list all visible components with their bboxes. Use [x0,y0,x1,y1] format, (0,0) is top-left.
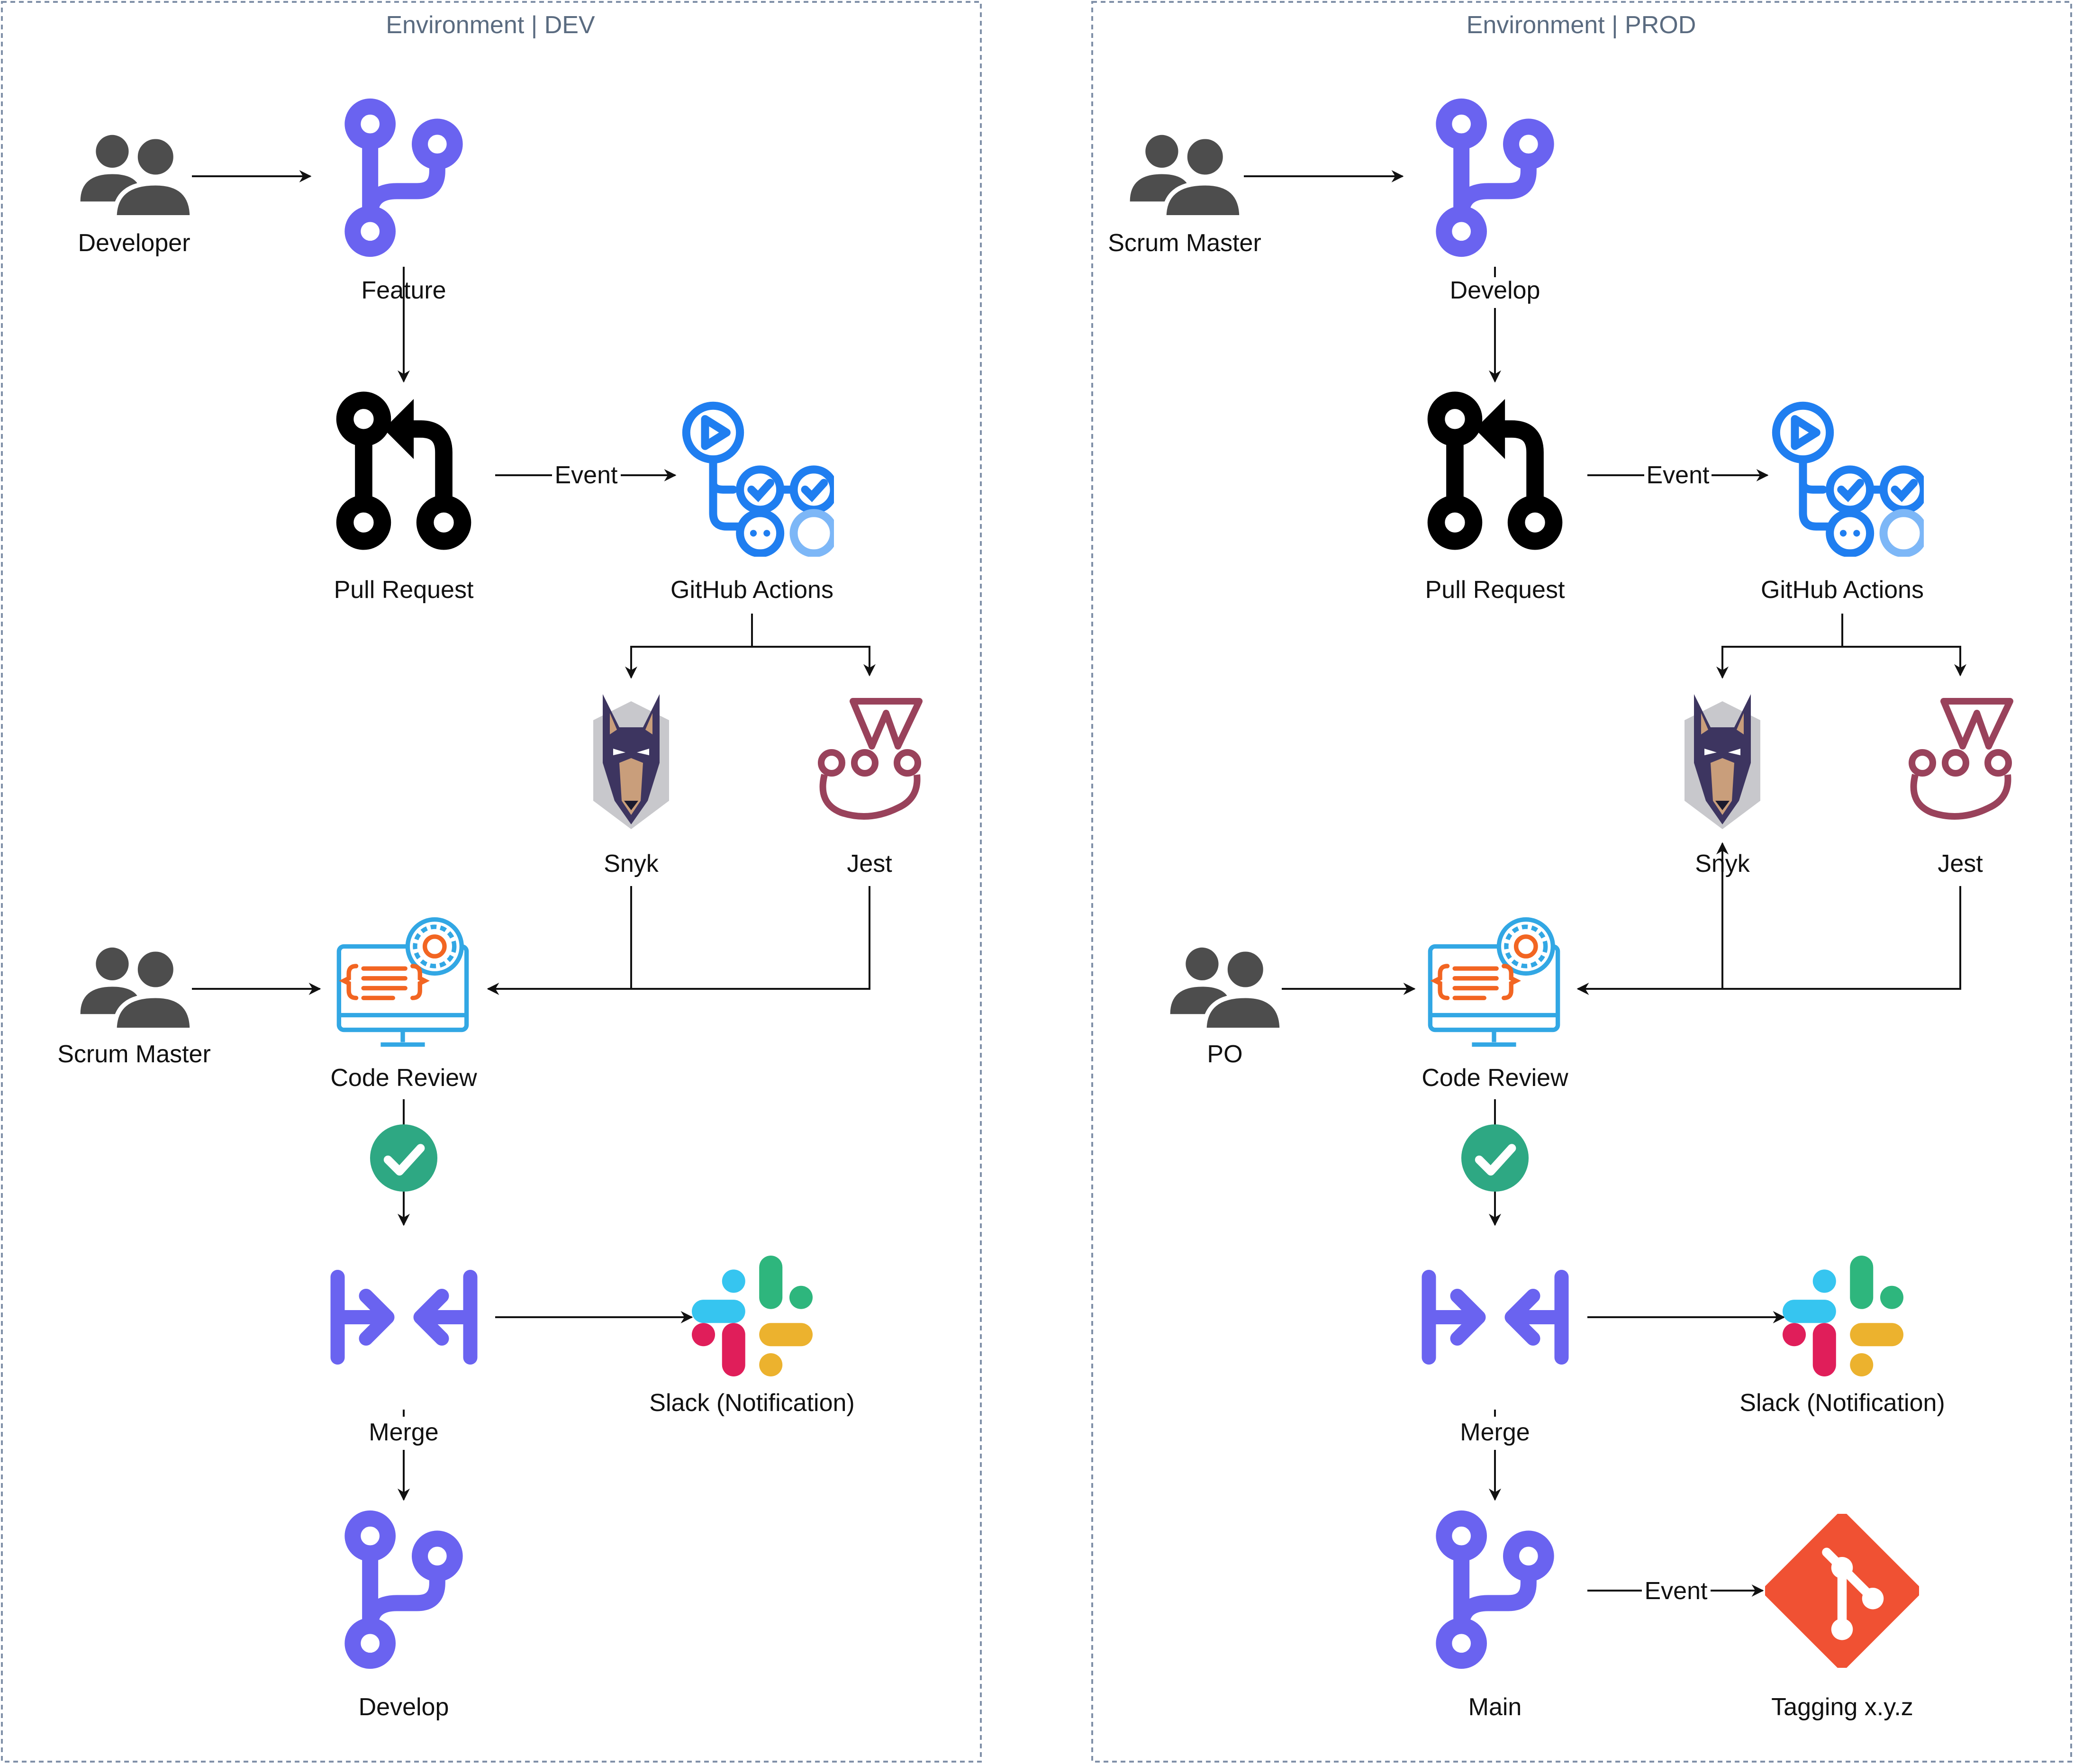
prod-github-actions-label: GitHub Actions [1761,576,1924,604]
github-actions-label: GitHub Actions [670,576,833,604]
edge-actions-snyk [625,614,753,679]
event-label: Event [555,461,618,489]
prod-snyk-label: Snyk [1695,850,1750,877]
pull-request-icon[interactable] [345,399,462,541]
prod-approved-check-icon [1461,1124,1529,1192]
developer-label: Developer [78,229,190,257]
prod-develop-branch-icon[interactable] [1444,107,1546,249]
pipeline-diagram: Environment | DEV Developer Feature Pull… [1,1,2072,1763]
environment-prod-title: Environment | PROD [1467,11,1696,39]
merge-icon[interactable] [338,1277,471,1357]
develop-branch-icon[interactable] [353,1519,454,1661]
github-actions-icon[interactable] [686,406,834,553]
snyk-icon[interactable] [593,694,669,829]
prod-edges [1244,170,1966,1597]
code-review-icon[interactable] [339,920,466,1045]
prod-slack-label: Slack (Notification) [1739,1389,1945,1417]
jest-icon[interactable] [821,701,919,816]
prod-develop-label: Develop [1450,277,1540,304]
slack-label: Slack (Notification) [649,1389,854,1417]
prod-code-review-icon[interactable] [1430,920,1558,1045]
tagging-label: Tagging x.y.z [1771,1693,1913,1721]
prod-pull-request-icon[interactable] [1436,399,1554,541]
environment-dev-frame [1,1,982,1763]
prod-jest-label: Jest [1938,850,1983,877]
main-branch-icon[interactable] [1444,1519,1546,1661]
tag-event-label: Event [1645,1577,1708,1605]
environment-dev: Environment | DEV Developer Feature Pull… [1,1,982,1763]
pull-request-label: Pull Request [334,576,474,604]
slack-icon[interactable] [692,1256,813,1376]
git-tag-icon[interactable] [1768,1517,1916,1665]
code-review-label: Code Review [330,1064,477,1092]
prod-slack-icon[interactable] [1783,1256,1903,1376]
edge-actions-snyk-prod [1716,614,1843,679]
environment-prod: Environment | PROD Scrum Master Develop [1091,1,2072,1763]
prod-pull-request-label: Pull Request [1425,576,1565,604]
prod-jest-icon[interactable] [1912,701,2010,816]
snyk-label: Snyk [604,850,659,877]
edge-jest-review [487,886,870,995]
feature-branch-icon[interactable] [353,107,454,249]
approved-check-icon [370,1124,437,1192]
developer-icon [81,135,192,217]
environment-dev-title: Environment | DEV [386,11,595,39]
feature-label: Feature [361,277,446,304]
prod-snyk-icon[interactable] [1685,694,1760,829]
edge-actions-jest [752,646,876,677]
po-label: PO [1207,1040,1242,1068]
prod-merge-icon[interactable] [1429,1277,1562,1357]
edge-jest-review-prod [1576,886,1961,995]
jest-label: Jest [847,850,892,877]
prod-scrum-master-icon [1130,135,1242,217]
prod-scrum-master-label: Scrum Master [1108,229,1261,257]
po-icon [1170,948,1282,1030]
prod-code-review-label: Code Review [1422,1064,1568,1092]
main-label: Main [1468,1693,1522,1721]
edge-actions-jest-prod [1842,646,1966,677]
prod-github-actions-icon[interactable] [1776,406,1924,553]
develop-label: Develop [359,1693,449,1721]
scrum-master-label: Scrum Master [57,1040,211,1068]
environment-prod-frame [1091,1,2072,1763]
merge-label: Merge [369,1419,438,1446]
prod-merge-label: Merge [1460,1419,1530,1446]
scrum-master-icon [81,948,192,1030]
prod-event-label: Event [1647,461,1710,489]
